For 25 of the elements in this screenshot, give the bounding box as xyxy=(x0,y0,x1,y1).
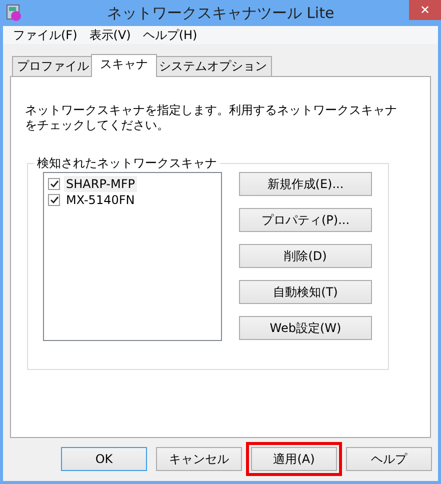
scanner-list[interactable]: SHARP-MFP MX-5140FN xyxy=(43,172,222,341)
dialog-button[interactable]: 適用(A) xyxy=(251,447,337,471)
description-text: ネットワークスキャナを指定します。利用するネットワークスキャナをチェックしてください。 xyxy=(25,103,398,133)
menu-item[interactable]: 表示(V) xyxy=(83,26,137,44)
group-title: 検知されたネットワークスキャナ xyxy=(34,156,220,171)
list-item[interactable]: SHARP-MFP xyxy=(64,176,137,192)
tab[interactable]: スキャナ xyxy=(91,54,157,77)
close-button[interactable]: ✕ xyxy=(409,0,441,20)
list-item[interactable]: MX-5140FN xyxy=(64,192,137,208)
menu-item[interactable]: ヘルプ(H) xyxy=(136,26,204,44)
action-button[interactable]: プロパティ(P)... xyxy=(239,208,372,232)
action-button[interactable]: 自動検知(T) xyxy=(239,280,372,304)
window-title: ネットワークスキャナツール Lite xyxy=(106,4,334,22)
checkbox[interactable] xyxy=(48,194,60,206)
action-button[interactable]: 削除(D) xyxy=(239,244,372,268)
action-button[interactable]: 新規作成(E)... xyxy=(239,172,372,196)
tab[interactable]: システムオプション xyxy=(154,56,272,76)
app-icon xyxy=(6,4,22,22)
dialog-button[interactable]: キャンセル xyxy=(156,447,242,471)
dialog-button[interactable]: ヘルプ xyxy=(346,447,432,471)
dialog-button[interactable]: OK xyxy=(61,447,147,471)
checkbox[interactable] xyxy=(48,178,60,190)
menu-item[interactable]: ファイル(F) xyxy=(7,26,84,44)
action-button[interactable]: Web設定(W) xyxy=(239,316,372,340)
tab[interactable]: プロファイル xyxy=(12,56,94,76)
